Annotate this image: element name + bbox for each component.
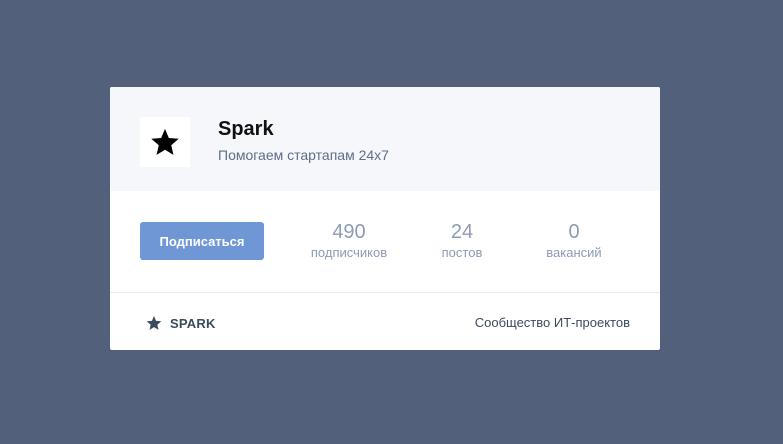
community-title[interactable]: Spark [218, 118, 274, 140]
community-card: Spark Помогаем стартапам 24x7 Подписатьс… [110, 87, 660, 350]
footer-divider [110, 292, 660, 293]
subscribe-button[interactable]: Подписаться [140, 222, 264, 260]
star-icon [146, 316, 162, 330]
stat-label: вакансий [546, 245, 602, 260]
stat-vacancies[interactable]: 0 вакансий [514, 220, 634, 262]
card-header: Spark Помогаем стартапам 24x7 [110, 87, 660, 191]
stat-label: подписчиков [310, 245, 388, 260]
footer-description: Сообщество ИТ-проектов [474, 315, 630, 330]
stat-value: 24 [450, 221, 474, 243]
star-icon [151, 128, 179, 155]
stat-posts[interactable]: 24 постов [402, 220, 522, 262]
stat-value: 0 [568, 221, 580, 243]
footer-brand-label: SPARK [170, 315, 216, 331]
community-logo[interactable] [140, 117, 190, 167]
stat-subscribers[interactable]: 490 подписчиков [289, 220, 409, 262]
stat-value: 490 [332, 221, 366, 243]
community-tagline: Помогаем стартапам 24x7 [218, 147, 389, 163]
footer-brand[interactable]: SPARK [146, 314, 216, 332]
stat-label: постов [441, 245, 483, 260]
